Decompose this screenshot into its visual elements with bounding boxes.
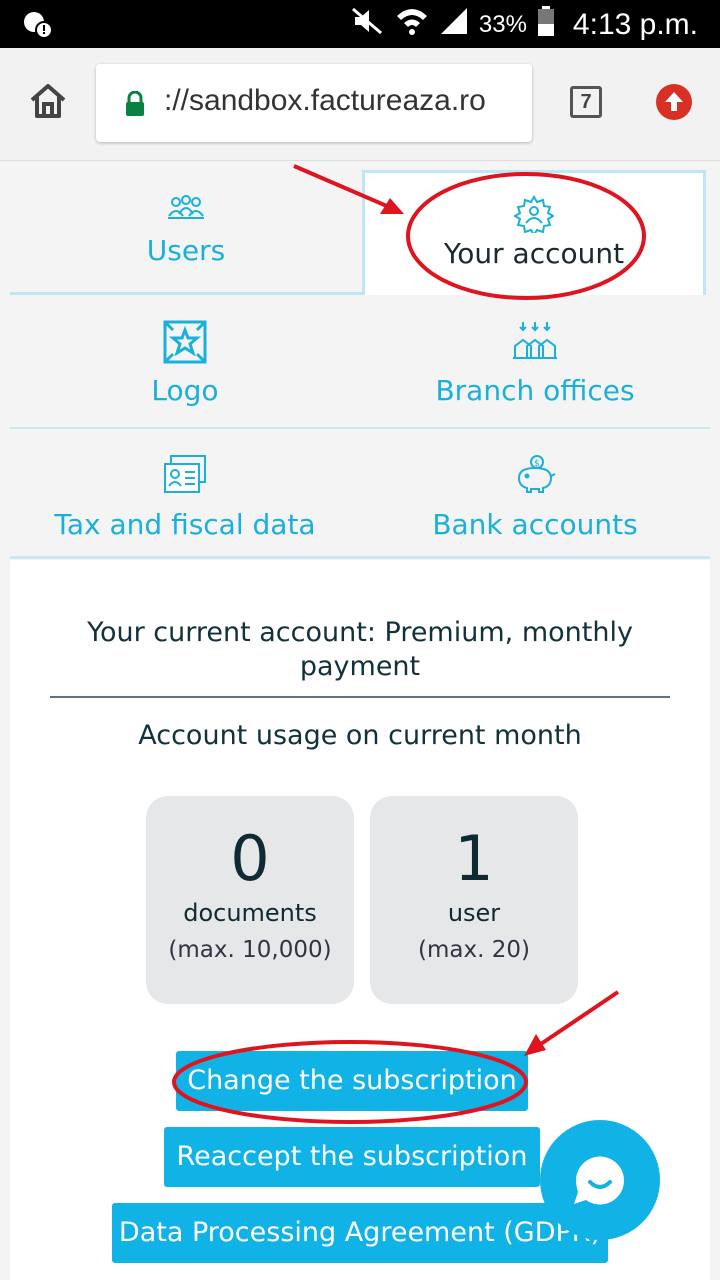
chat-button[interactable] [540, 1120, 660, 1240]
clock: 4:13 p.m. [572, 7, 698, 41]
users-unit: user [447, 899, 501, 927]
menu-item-branch-offices[interactable]: Branch offices [360, 296, 710, 428]
lock-icon [124, 90, 146, 122]
update-icon[interactable] [656, 84, 692, 120]
settings-tabs: Users Your account [10, 170, 706, 295]
tab-your-account-label: Your account [443, 237, 625, 270]
tab-users-label: Users [146, 234, 226, 267]
documents-unit: documents [183, 899, 317, 927]
account-gear-icon [365, 195, 703, 237]
tax-data-icon [10, 454, 360, 498]
battery-icon [537, 6, 555, 43]
menu-item-logo[interactable]: Logo [10, 296, 360, 428]
gdpr-agreement-button[interactable]: Data Processing Agreement (GDPR) [112, 1203, 608, 1263]
home-icon[interactable] [28, 82, 68, 125]
wifi-icon [395, 6, 429, 43]
menu-item-logo-label: Logo [151, 374, 219, 407]
documents-count: 0 [230, 822, 270, 895]
documents-max: (max. 10,000) [168, 937, 332, 963]
signal-icon [439, 6, 469, 43]
documents-stat-card: 0 documents (max. 10,000) [146, 796, 354, 1004]
branch-offices-icon [360, 320, 710, 364]
battery-percentage: 33% [478, 10, 527, 38]
piggy-bank-icon: $ [360, 454, 710, 498]
reaccept-subscription-button[interactable]: Reaccept the subscription [164, 1127, 540, 1187]
users-count: 1 [454, 822, 494, 895]
menu-item-tax-data-label: Tax and fiscal data [54, 508, 316, 541]
logo-icon [10, 320, 360, 364]
mute-icon [351, 7, 385, 42]
users-stat-card: 1 user (max. 20) [370, 796, 578, 1004]
menu-item-tax-data[interactable]: Tax and fiscal data [10, 430, 360, 562]
url-text: ://sandbox.factureaza.ro [164, 84, 486, 117]
browser-toolbar: ://sandbox.factureaza.ro 7 [0, 48, 720, 161]
change-subscription-button[interactable]: Change the subscription [176, 1051, 528, 1111]
status-bar: 33% 4:13 p.m. [0, 0, 720, 48]
menu-item-bank-accounts-label: Bank accounts [432, 508, 638, 541]
tab-your-account[interactable]: Your account [362, 170, 706, 295]
tab-switcher-button[interactable]: 7 [570, 86, 602, 118]
divider [10, 556, 710, 559]
usage-title: Account usage on current month [138, 720, 582, 751]
address-bar[interactable]: ://sandbox.factureaza.ro [96, 64, 532, 142]
notification-icon [22, 10, 56, 45]
users-max: (max. 20) [418, 937, 530, 963]
menu-item-bank-accounts[interactable]: $ Bank accounts [360, 430, 710, 562]
divider [10, 427, 710, 429]
current-account-text: Your current account: Premium, monthly p… [87, 617, 633, 682]
chat-icon [574, 1156, 624, 1205]
tab-users[interactable]: Users [10, 170, 362, 295]
menu-item-branch-offices-label: Branch offices [435, 374, 635, 407]
divider [50, 696, 670, 698]
users-icon [10, 192, 362, 226]
